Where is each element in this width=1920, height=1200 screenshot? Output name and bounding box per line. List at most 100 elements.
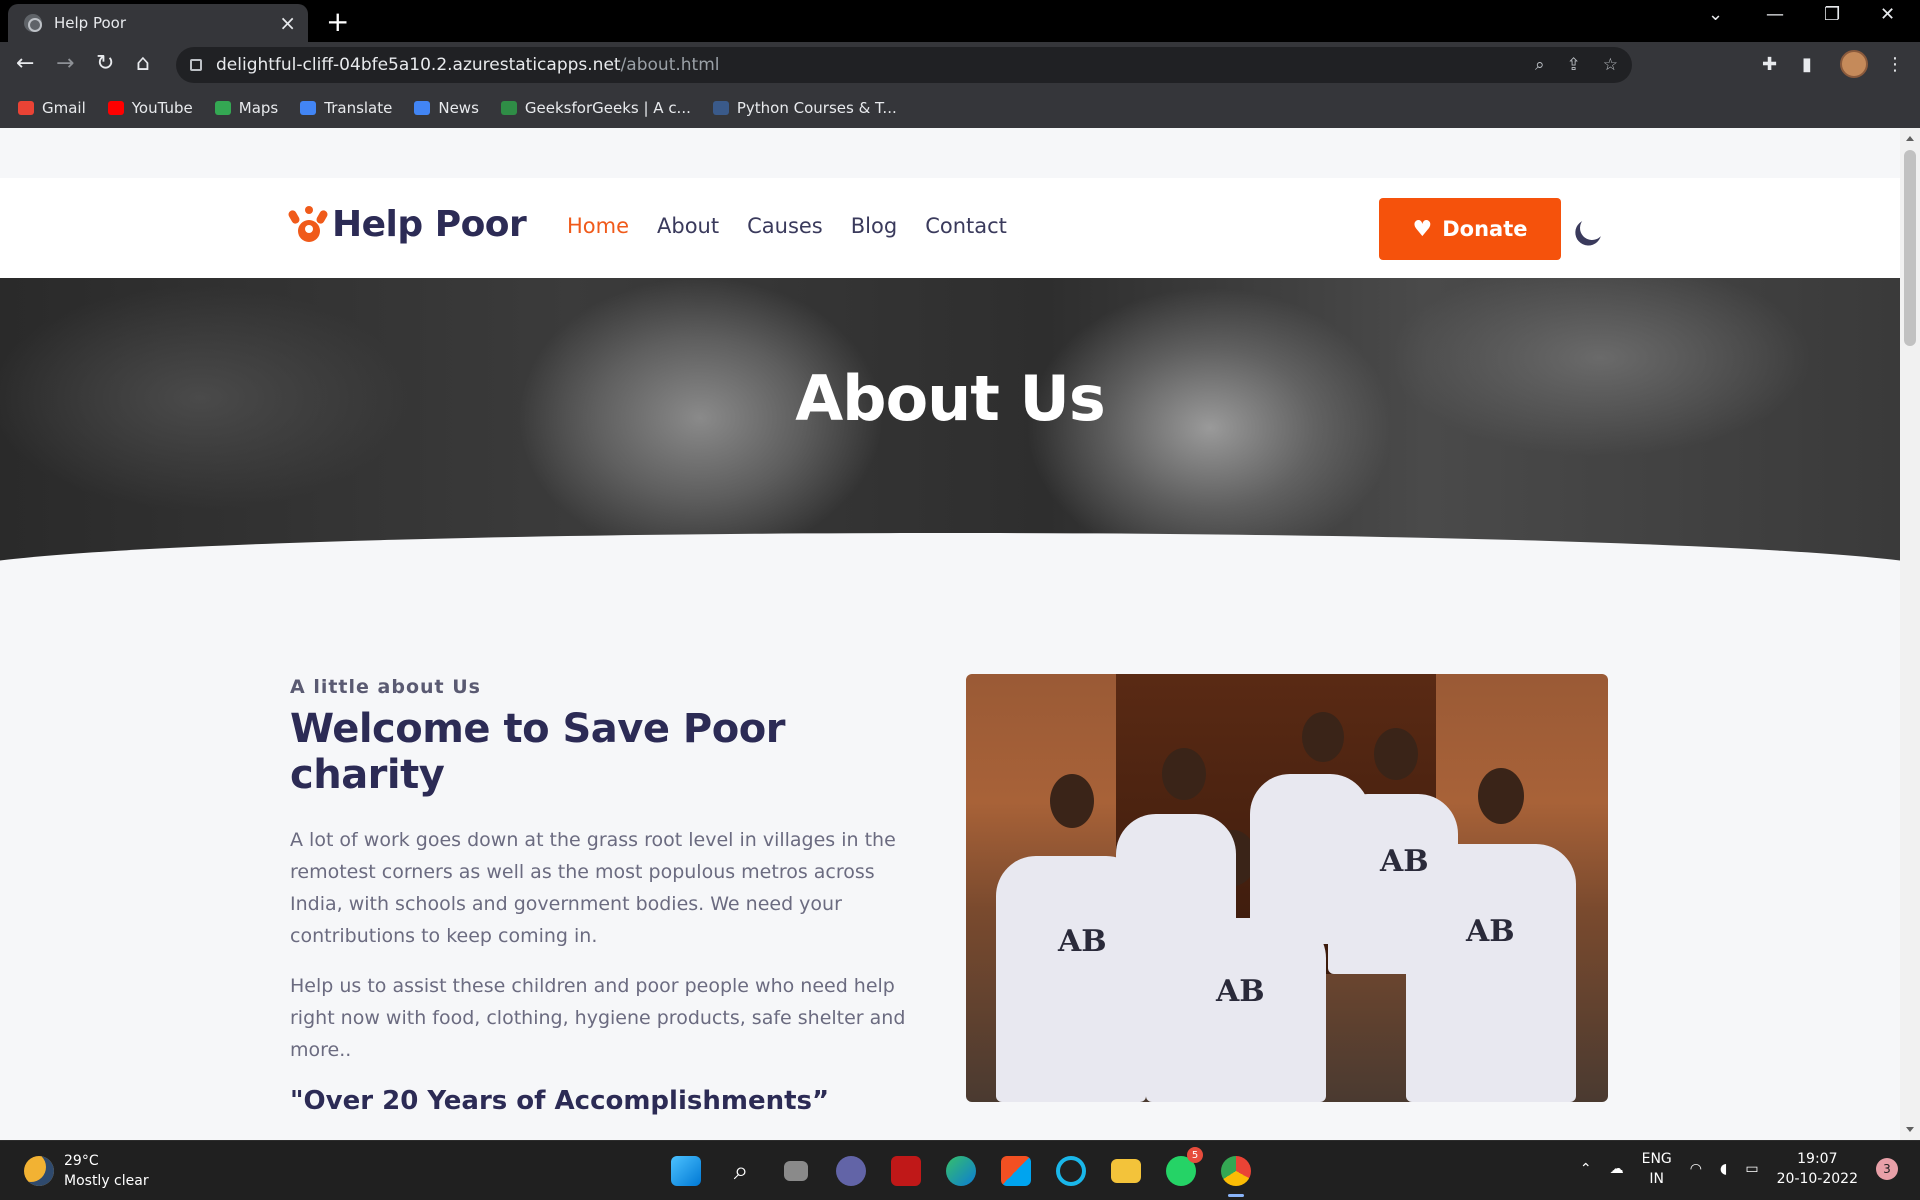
dark-mode-toggle-icon[interactable]	[1577, 213, 1608, 244]
bookmark-item[interactable]: Maps	[214, 99, 279, 117]
browser-tab-strip: Help Poor × + ⌄ — ❐ ✕	[0, 0, 1920, 42]
search-icon[interactable]: ⌕	[721, 1151, 761, 1191]
page-title: About Us	[795, 362, 1106, 435]
clock-time: 19:07	[1797, 1151, 1838, 1167]
side-panel-icon[interactable]: ▮	[1802, 54, 1812, 75]
bookmark-label: News	[438, 99, 479, 117]
new-tab-icon[interactable]: +	[326, 8, 349, 36]
bookmark-label: Translate	[324, 99, 393, 117]
bookmark-label: Gmail	[42, 99, 86, 117]
region-code: IN	[1649, 1171, 1664, 1187]
chrome-icon[interactable]	[1216, 1151, 1256, 1197]
browser-tab[interactable]: Help Poor ×	[8, 4, 308, 42]
volume-icon[interactable]: ◖	[1720, 1161, 1727, 1177]
weather-temp: 29°C	[64, 1153, 99, 1169]
nav-item-about[interactable]: About	[657, 214, 719, 238]
battery-icon[interactable]: ▭	[1745, 1161, 1758, 1177]
address-bar[interactable]: delightful-cliff-04bfe5a10.2.azurestatic…	[176, 47, 1632, 83]
url-host: delightful-cliff-04bfe5a10.2.azurestatic…	[216, 55, 621, 75]
bookmark-favicon-icon	[300, 101, 317, 115]
language-indicator[interactable]: ENG IN	[1642, 1149, 1672, 1189]
page-scrollbar[interactable]	[1900, 128, 1920, 1140]
edge-icon[interactable]	[941, 1151, 981, 1191]
bookmark-item[interactable]: Gmail	[18, 99, 86, 117]
bookmark-item[interactable]: GeeksforGeeks | A c...	[500, 99, 691, 117]
bookmark-favicon-icon	[500, 101, 517, 115]
accomplishments-quote: "Over 20 Years of Accomplishments”	[290, 1086, 830, 1116]
share-icon[interactable]: ⇪	[1567, 55, 1581, 75]
site-favicon-icon	[24, 14, 42, 32]
nav-item-home[interactable]: Home	[567, 214, 629, 238]
cortana-icon[interactable]	[1051, 1151, 1091, 1191]
about-paragraph-1: A lot of work goes down at the grass roo…	[290, 829, 896, 947]
hero-curve-divider	[0, 533, 1900, 564]
bookmark-label: Maps	[238, 99, 279, 117]
close-window-icon[interactable]: ✕	[1880, 4, 1895, 25]
bookmark-item[interactable]: Python Courses & T...	[712, 99, 897, 117]
lock-icon[interactable]	[190, 59, 202, 71]
taskbar-apps: ⌕ 5	[666, 1147, 1256, 1197]
system-tray: ⌃ ☁ ENG IN ◠ ◖ ▭ 19:07 20-10-2022 3	[1580, 1149, 1898, 1189]
task-view-icon[interactable]	[776, 1151, 816, 1191]
tab-title: Help Poor	[54, 14, 126, 32]
heart-icon: ♥	[1412, 216, 1433, 242]
donate-button[interactable]: ♥ Donate	[1379, 198, 1561, 260]
bookmark-favicon-icon	[18, 101, 34, 115]
store-icon[interactable]	[996, 1151, 1036, 1191]
windows-taskbar: 29°C Mostly clear ⌕ 5 ⌃ ☁ ENG IN ◠ ◖ ▭ 1…	[0, 1140, 1920, 1200]
profile-avatar[interactable]	[1840, 50, 1868, 78]
hero-banner: About Us	[0, 278, 1900, 564]
bookmark-item[interactable]: News	[414, 99, 479, 117]
weather-moon-icon	[24, 1156, 54, 1186]
url-path: /about.html	[620, 55, 720, 75]
bookmark-item[interactable]: YouTube	[107, 99, 193, 117]
donate-label: Donate	[1442, 217, 1528, 241]
site-header: Help Poor Home About Causes Blog Contact ♥ D…	[0, 178, 1900, 278]
page-viewport: Help Poor Home About Causes Blog Contact ♥ D…	[0, 128, 1900, 1140]
start-icon[interactable]	[666, 1151, 706, 1191]
nav-item-blog[interactable]: Blog	[851, 214, 897, 238]
file-explorer-icon[interactable]	[1106, 1151, 1146, 1191]
minimize-icon[interactable]: —	[1766, 4, 1784, 25]
notification-count[interactable]: 3	[1876, 1158, 1898, 1180]
weather-widget[interactable]: 29°C Mostly clear	[24, 1151, 149, 1191]
bookmark-item[interactable]: Translate	[300, 99, 392, 117]
bookmark-star-icon[interactable]: ☆	[1603, 55, 1618, 75]
show-hidden-icons-icon[interactable]: ⌃	[1580, 1161, 1592, 1177]
home-icon[interactable]: ⌂	[136, 51, 150, 77]
bookmark-favicon-icon	[107, 101, 124, 115]
reload-icon[interactable]: ↻	[96, 51, 114, 77]
forward-icon[interactable]: →	[56, 51, 74, 77]
help-poor-logo-icon	[287, 205, 329, 244]
chat-icon[interactable]	[831, 1151, 871, 1191]
volunteers-group-photo: AB AB AB AB	[966, 674, 1608, 1102]
section-eyebrow: A little about Us	[290, 676, 481, 698]
main-nav: Home About Causes Blog Contact	[567, 214, 1007, 238]
weather-condition: Mostly clear	[64, 1173, 149, 1189]
nav-item-causes[interactable]: Causes	[747, 214, 823, 238]
zoom-icon[interactable]: ⌕	[1535, 55, 1545, 75]
bookmark-label: Python Courses & T...	[736, 99, 897, 117]
clock[interactable]: 19:07 20-10-2022	[1777, 1149, 1858, 1189]
nav-item-contact[interactable]: Contact	[925, 214, 1007, 238]
wifi-icon[interactable]: ◠	[1690, 1161, 1702, 1177]
bookmark-label: YouTube	[131, 99, 193, 117]
about-paragraph-2: Help us to assist these children and poo…	[290, 975, 906, 1061]
section-heading: Welcome to Save Poor charity	[290, 706, 785, 798]
about-section: A little about Us Welcome to Save Poor c…	[290, 676, 930, 1116]
whatsapp-icon[interactable]: 5	[1161, 1147, 1203, 1191]
tab-search-icon[interactable]: ⌄	[1708, 4, 1723, 25]
bookmark-favicon-icon	[712, 101, 729, 115]
bookmark-favicon-icon	[214, 101, 231, 115]
close-tab-icon[interactable]: ×	[279, 13, 296, 33]
onedrive-icon[interactable]: ☁	[1610, 1161, 1624, 1177]
menu-icon[interactable]: ⋮	[1886, 54, 1904, 75]
back-icon[interactable]: ←	[16, 51, 34, 77]
mcafee-icon[interactable]	[886, 1151, 926, 1191]
extensions-icon[interactable]: ✚	[1762, 54, 1777, 75]
site-logo[interactable]: Help Poor	[287, 204, 527, 245]
clock-date: 20-10-2022	[1776, 1171, 1858, 1187]
restore-icon[interactable]: ❐	[1824, 4, 1840, 25]
lang-code: ENG	[1641, 1151, 1672, 1167]
bookmark-favicon-icon	[414, 101, 431, 115]
